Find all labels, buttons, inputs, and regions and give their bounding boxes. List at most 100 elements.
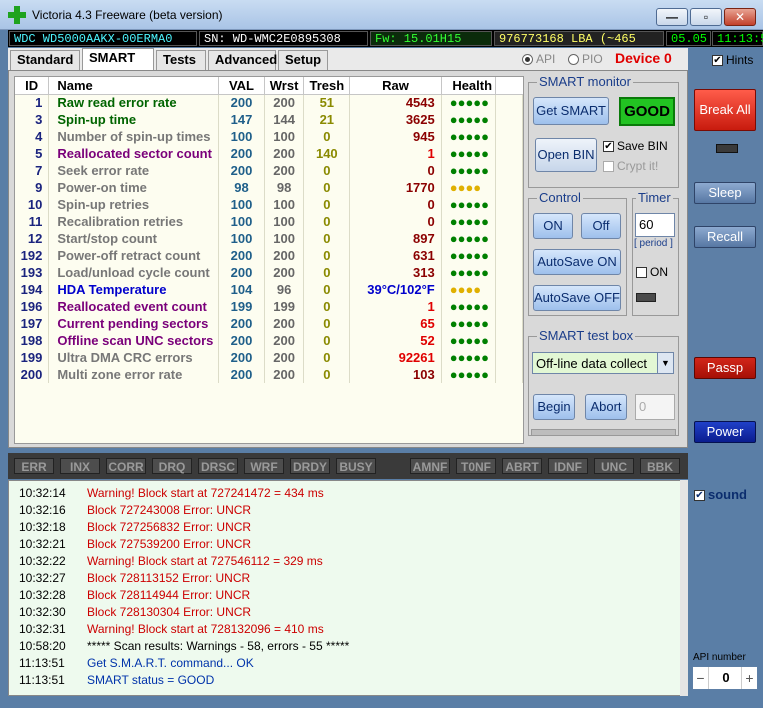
abort-button[interactable]: Abort [585,394,627,420]
col-val[interactable]: VAL [218,77,265,95]
table-row[interactable]: 9 Power-on time 98 98 0 1770 ●●●● [15,179,524,196]
log-panel[interactable]: 10:32:14 Warning! Block start at 72724147… [8,480,688,696]
col-wrst[interactable]: Wrst [264,77,305,95]
table-row[interactable]: 199 Ultra DMA CRC errors 200 200 0 92261 ●●●●● [15,349,524,366]
minus-icon[interactable]: − [693,667,709,689]
table-row[interactable]: 4 Number of spin-up times 100 100 0 945 ●●●●● [15,128,524,145]
col-tresh[interactable]: Tresh [303,77,351,95]
maximize-button[interactable]: ▫ [690,8,722,26]
sound-checkbox[interactable]: ✔ sound [694,487,747,502]
attr-name: Load/unload cycle count [48,264,220,281]
log-entry: 10:32:16 Block 727243008 Error: UNCR [9,502,679,519]
attr-id: 199 [15,349,50,366]
attr-val: 200 [218,94,265,111]
row-spacer [495,145,524,162]
break-all-button[interactable]: Break All [694,89,756,131]
table-row[interactable]: 7 Seek error rate 200 200 0 0 ●●●●● [15,162,524,179]
smart-test-title: SMART test box [537,328,636,343]
attr-val: 200 [218,162,265,179]
tab-standard[interactable]: Standard [10,50,80,70]
hints-checkbox[interactable]: ✔ Hints [712,53,753,67]
drive-serial: SN: WD-WMC2E0895308 [199,31,368,46]
log-message: Block 728114944 Error: UNCR [87,588,251,602]
table-row[interactable]: 5 Reallocated sector count 200 200 140 1 ●●●●● [15,145,524,162]
attr-threshold: 0 [303,366,351,383]
api-mode-radio[interactable]: API [522,52,555,66]
app-cross-icon [8,6,26,24]
log-time: 10:32:28 [19,588,66,602]
plus-icon[interactable]: + [741,667,757,689]
attr-val: 100 [218,213,265,230]
test-type-select[interactable]: Off-line data collect ▼ [532,352,674,374]
table-row[interactable]: 196 Reallocated event count 199 199 0 1 ●●●●● [15,298,524,315]
attr-worst: 200 [264,332,305,349]
table-row[interactable]: 193 Load/unload cycle count 200 200 0 313 ●●●●… [15,264,524,281]
col-health[interactable]: Health [441,77,496,95]
attr-raw: 92261 [349,349,442,366]
table-row[interactable]: 10 Spin-up retries 100 100 0 0 ●●●●● [15,196,524,213]
device-label: Device 0 [615,50,672,66]
attr-name: Reallocated sector count [48,145,220,162]
attr-name: Seek error rate [48,162,220,179]
table-row[interactable]: 192 Power-off retract count 200 200 0 631 ●●●●… [15,247,524,264]
timer-on-label: ON [650,265,668,279]
test-counter-field[interactable]: 0 [635,394,675,420]
minimize-icon: — [666,10,678,24]
timer-on-checkbox[interactable]: ON [636,265,668,279]
col-id[interactable]: ID [15,77,50,95]
table-row[interactable]: 198 Offline scan UNC sectors 200 200 0 52 ●●●●… [15,332,524,349]
sleep-button[interactable]: Sleep [694,182,756,204]
attr-name: Spin-up retries [48,196,220,213]
recall-button[interactable]: Recall [694,226,756,248]
table-row[interactable]: 1 Raw read error rate 200 200 51 4543 ●●●●● [15,94,524,111]
timer-input[interactable]: 60 [635,213,675,237]
flag-inx: INX [60,458,100,474]
power-button[interactable]: Power [694,421,756,443]
api-number-label: API number [693,652,746,663]
attr-id: 200 [15,366,50,383]
col-raw[interactable]: Raw [349,77,442,95]
close-button[interactable]: ✕ [724,8,756,26]
autosave-on-button[interactable]: AutoSave ON [533,249,621,275]
row-spacer [495,179,524,196]
attr-val: 100 [218,196,265,213]
table-row[interactable]: 197 Current pending sectors 200 200 0 65 ●●●●● [15,315,524,332]
attr-threshold: 0 [303,196,351,213]
save-bin-checkbox[interactable]: ✔ Save BIN [603,139,668,153]
table-row[interactable]: 12 Start/stop count 100 100 0 897 ●●●●● [15,230,524,247]
api-number-spinner[interactable]: − 0 + [692,666,758,690]
tab-advanced[interactable]: Advanced [208,50,277,70]
unchecked-icon [636,267,647,279]
table-row[interactable]: 11 Recalibration retries 100 100 0 0 ●●●●● [15,213,524,230]
tab-smart[interactable]: SMART [82,48,154,70]
minimize-button[interactable]: — [656,8,688,26]
table-row[interactable]: 194 HDA Temperature 104 96 0 39°C/102°F ●●●● [15,281,524,298]
table-row[interactable]: 3 Spin-up time 147 144 21 3625 ●●●●● [15,111,524,128]
pio-mode-radio[interactable]: PIO [568,52,603,66]
log-scrollbar[interactable] [680,480,688,696]
control-off-button[interactable]: Off [581,213,621,239]
attr-name: Number of spin-up times [48,128,220,145]
log-entry: 11:13:51 SMART status = GOOD [9,672,679,689]
timer-title: Timer [636,190,673,205]
table-row[interactable]: 200 Multi zone error rate 200 200 0 103 ●●●●● [15,366,524,383]
open-bin-button[interactable]: Open BIN [535,138,597,172]
attr-val: 200 [218,315,265,332]
log-time: 11:13:51 [19,656,65,670]
crypt-label: Crypt it! [617,159,659,173]
crypt-checkbox[interactable]: Crypt it! [603,159,658,173]
attr-raw: 0 [349,162,442,179]
control-on-button[interactable]: ON [533,213,573,239]
row-spacer [495,332,524,349]
attr-worst: 100 [264,196,305,213]
radio-empty-icon [568,54,579,66]
clock-display: 11:13:5 [712,31,763,46]
flag-t0nf: T0NF [456,458,496,474]
passp-button[interactable]: Passp [694,357,756,379]
tab-tests[interactable]: Tests [156,50,206,70]
col-name[interactable]: Name [48,77,220,95]
begin-button[interactable]: Begin [533,394,575,420]
autosave-off-button[interactable]: AutoSave OFF [533,285,621,311]
tab-setup[interactable]: Setup [278,50,328,70]
get-smart-button[interactable]: Get SMART [533,97,609,125]
